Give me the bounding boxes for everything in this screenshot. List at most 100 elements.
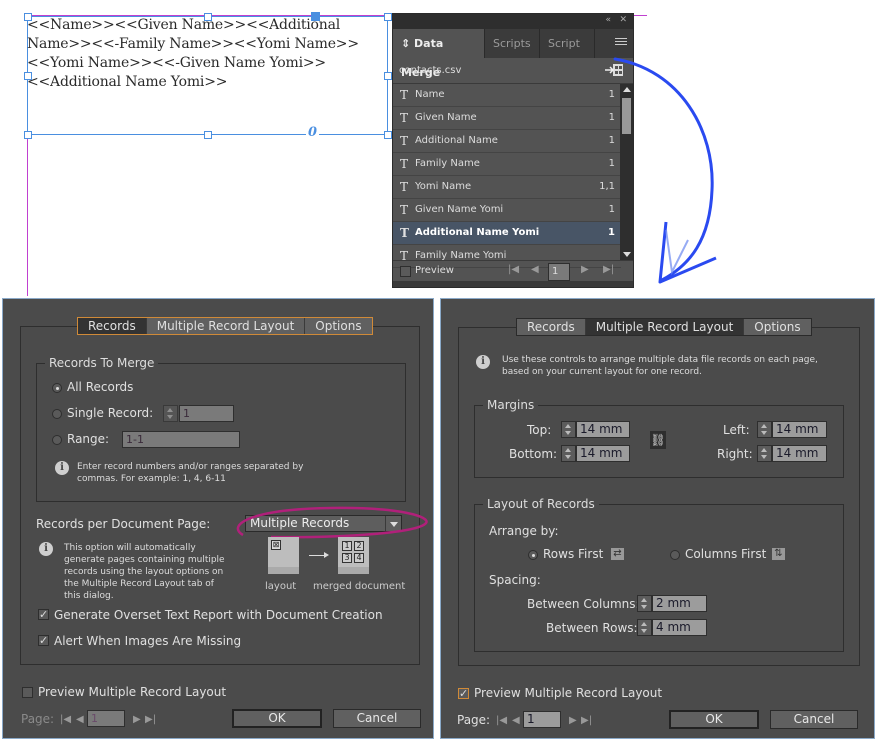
field-name: Given Name: [415, 112, 477, 123]
single-record-label: Single Record:: [67, 406, 154, 420]
preview-multiple-layout-checkbox[interactable]: ✓: [458, 688, 469, 699]
text-frame-content[interactable]: <<Name>><<Given Name>><<Additional Name>…: [27, 16, 389, 92]
single-record-input[interactable]: 1: [179, 405, 234, 422]
range-radio[interactable]: [52, 435, 62, 445]
preview-multiple-layout-checkbox[interactable]: [22, 687, 33, 698]
field-list-item[interactable]: T Additional Name Yomi 1: [393, 222, 621, 245]
field-list-item[interactable]: T Family Name 1: [393, 153, 621, 176]
first-page-icon[interactable]: |◀: [60, 714, 71, 725]
next-page-icon[interactable]: ▶: [133, 714, 141, 725]
tab-data-merge[interactable]: ⇕ Data Merge: [393, 29, 485, 79]
range-input[interactable]: 1-1: [122, 431, 240, 448]
bottom-margin-input[interactable]: 14 mm: [576, 445, 630, 462]
preview-checkbox[interactable]: [400, 266, 411, 277]
all-records-radio[interactable]: [52, 383, 62, 393]
frame-handle-mr[interactable]: [384, 72, 392, 80]
collapse-icon[interactable]: «: [605, 15, 611, 25]
frame-handle-bc[interactable]: [204, 131, 212, 139]
single-record-stepper[interactable]: [163, 405, 178, 422]
record-number-input[interactable]: 1: [548, 263, 570, 281]
top-margin-input[interactable]: 14 mm: [576, 421, 630, 438]
tab-multiple-record-layout[interactable]: Multiple Record Layout: [146, 318, 306, 334]
merged-record-cell: 3: [342, 553, 352, 563]
right-margin-stepper[interactable]: [757, 445, 772, 462]
columns-first-radio[interactable]: [670, 550, 680, 560]
frame-handle-in-port[interactable]: [311, 12, 320, 21]
alert-images-checkbox[interactable]: ✓: [38, 635, 49, 646]
field-list-item[interactable]: T Yomi Name 1,1: [393, 176, 621, 199]
tab-records[interactable]: Records: [78, 318, 147, 334]
text-field-icon: T: [400, 203, 409, 217]
multiple-records-info-line: the Multiple Record Layout tab of: [64, 579, 214, 589]
layout-caption: layout: [265, 581, 297, 592]
frame-handle-bl[interactable]: [24, 131, 32, 139]
between-columns-stepper[interactable]: [637, 595, 652, 612]
top-margin-label: Top:: [527, 423, 552, 437]
bottom-margin-stepper[interactable]: [561, 445, 576, 462]
single-record-radio[interactable]: [52, 409, 62, 419]
field-list-item[interactable]: T Given Name Yomi 1: [393, 199, 621, 222]
next-record-icon[interactable]: ▶: [581, 264, 589, 275]
info-icon: i: [55, 461, 69, 475]
data-merge-options-dialog-layout: Records Multiple Record Layout Options i…: [440, 298, 875, 739]
source-file-row: contacts.csv: [393, 58, 633, 84]
panel-resize-grip[interactable]: [393, 281, 633, 287]
field-list-item[interactable]: T Additional Name 1: [393, 130, 621, 153]
preview-multiple-layout-label: Preview Multiple Record Layout: [474, 686, 663, 700]
data-merge-panel: « ✕ ⇕ Data Merge Scripts Script La conta…: [392, 13, 634, 288]
text-field-icon: T: [400, 134, 409, 148]
between-rows-stepper[interactable]: [637, 619, 652, 636]
frame-handle-tc[interactable]: [204, 13, 212, 21]
first-record-icon[interactable]: |◀: [508, 264, 519, 275]
page-input[interactable]: 1: [87, 710, 125, 727]
cancel-button[interactable]: Cancel: [333, 709, 421, 728]
page-input[interactable]: 1: [523, 711, 561, 728]
ok-button[interactable]: OK: [232, 709, 322, 728]
records-dialog-tabs: Records Multiple Record Layout Options: [77, 317, 373, 335]
left-margin-stepper[interactable]: [757, 421, 772, 438]
cancel-button[interactable]: Cancel: [770, 710, 858, 729]
tab-script-label[interactable]: Script La: [540, 29, 595, 58]
info-icon: i: [39, 542, 53, 556]
info-icon: i: [476, 355, 490, 369]
overset-report-checkbox[interactable]: ✓: [38, 609, 49, 620]
tab-records[interactable]: Records: [517, 319, 586, 335]
panel-menu-icon[interactable]: [615, 36, 627, 47]
last-page-icon[interactable]: ▶|: [581, 715, 592, 726]
previous-page-icon[interactable]: ◀: [512, 715, 520, 726]
next-page-icon[interactable]: ▶: [569, 715, 577, 726]
text-field-icon: T: [400, 157, 409, 171]
between-rows-input[interactable]: 4 mm: [652, 619, 707, 636]
previous-page-icon[interactable]: ◀: [76, 714, 84, 725]
field-list-item[interactable]: T Name 1: [393, 84, 621, 107]
margins-label: Margins: [483, 398, 539, 412]
previous-record-icon[interactable]: ◀: [531, 264, 539, 275]
left-margin-input[interactable]: 14 mm: [772, 421, 827, 438]
frame-handle-br[interactable]: [384, 131, 392, 139]
ok-button[interactable]: OK: [669, 710, 759, 729]
field-list-item[interactable]: T Given Name 1: [393, 107, 621, 130]
frame-handle-tr[interactable]: [384, 13, 392, 21]
top-margin-stepper[interactable]: [561, 421, 576, 438]
alert-images-label: Alert When Images Are Missing: [54, 634, 242, 648]
first-page-icon[interactable]: |◀: [496, 715, 507, 726]
close-icon[interactable]: ✕: [619, 15, 627, 25]
tab-multiple-record-layout[interactable]: Multiple Record Layout: [585, 319, 745, 335]
panel-title-bar[interactable]: « ✕: [393, 14, 633, 29]
spacing-label: Spacing:: [489, 573, 541, 587]
tab-scripts[interactable]: Scripts: [485, 29, 540, 58]
last-page-icon[interactable]: ▶|: [145, 714, 156, 725]
tab-options[interactable]: Options: [744, 319, 811, 335]
layout-dialog-tabs: Records Multiple Record Layout Options: [516, 318, 812, 336]
merged-document-thumbnail: 1234: [338, 537, 369, 574]
frame-handle-ml[interactable]: [24, 72, 32, 80]
right-margin-input[interactable]: 14 mm: [772, 445, 827, 462]
between-columns-input[interactable]: 2 mm: [652, 595, 707, 612]
data-merge-options-dialog-records: Records Multiple Record Layout Options R…: [2, 298, 434, 739]
rows-first-radio[interactable]: [528, 550, 538, 560]
columns-first-icon: ⇅: [772, 548, 785, 560]
tab-options[interactable]: Options: [305, 318, 372, 334]
link-margins-icon[interactable]: ⛓: [650, 431, 666, 449]
frame-handle-tl[interactable]: [24, 13, 32, 21]
text-field-icon: T: [400, 180, 409, 194]
